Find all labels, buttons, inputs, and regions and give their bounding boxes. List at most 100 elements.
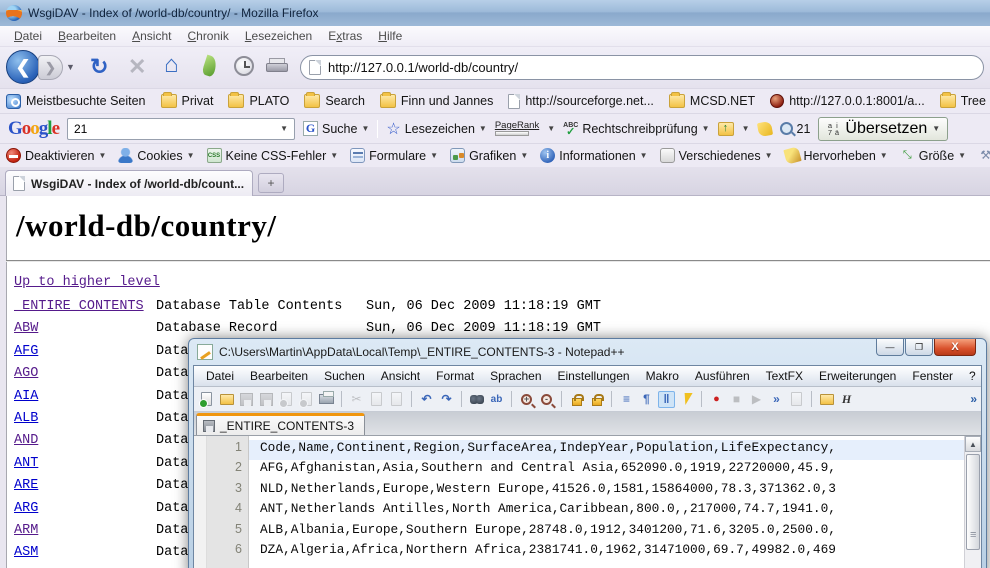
menu-item-extras[interactable]: Extras: [320, 27, 370, 45]
caret-icon[interactable]: ▼: [547, 124, 555, 133]
notepad-tab[interactable]: _ENTIRE_CONTENTS-3: [196, 413, 365, 435]
webdev-item[interactable]: Deaktivieren▼: [6, 148, 106, 163]
np-menu-item-bearbeiten[interactable]: Bearbeiten: [242, 367, 316, 385]
editor-line[interactable]: ANT,Netherlands Antilles,North America,C…: [249, 501, 981, 521]
menu-item-bearbeiten[interactable]: Bearbeiten: [50, 27, 124, 45]
np-menu-item-textfx[interactable]: TextFX: [758, 367, 811, 385]
send-to-icon[interactable]: [718, 122, 734, 136]
np-menu-item-datei[interactable]: Datei: [198, 367, 242, 385]
minimize-button[interactable]: —: [876, 339, 904, 356]
google-search-box[interactable]: ▼: [67, 118, 295, 140]
caret-icon[interactable]: ▼: [742, 124, 750, 133]
find-count[interactable]: 21: [780, 122, 811, 136]
entry-link-AND[interactable]: AND: [14, 433, 38, 448]
url-text[interactable]: http://127.0.0.1/world-db/country/: [328, 60, 518, 75]
undo-icon[interactable]: ↶: [418, 391, 435, 408]
tab-wsgidav[interactable]: WsgiDAV - Index of /world-db/count...: [5, 170, 253, 196]
function-list-icon[interactable]: [678, 391, 695, 408]
np-menu-item-ausführen[interactable]: Ausführen: [687, 367, 758, 385]
google-search-input[interactable]: [74, 122, 259, 136]
entry-link-AIA[interactable]: AIA: [14, 389, 38, 404]
history-clock-icon[interactable]: [234, 56, 254, 76]
bookmark-item[interactable]: Finn und Jannes: [380, 94, 493, 108]
entry-link-ASM[interactable]: ASM: [14, 545, 38, 560]
open-session-icon[interactable]: [818, 391, 835, 408]
scroll-up-icon[interactable]: ▲: [965, 436, 981, 452]
np-menu-item-suchen[interactable]: Suchen: [316, 367, 373, 385]
menu-item-datei[interactable]: Datei: [6, 27, 50, 45]
entry-link-_ENTIRE_CONTENTS[interactable]: _ENTIRE_CONTENTS: [14, 299, 144, 314]
indent-guide-icon[interactable]: ‖: [658, 391, 675, 408]
highlighter-icon[interactable]: [756, 120, 772, 136]
bookmark-item[interactable]: Search: [304, 94, 365, 108]
toolbar-overflow-icon[interactable]: »: [970, 392, 977, 406]
redo-icon[interactable]: ↷: [438, 391, 455, 408]
show-all-chars-icon[interactable]: ¶: [638, 391, 655, 408]
run-multi-icon[interactable]: »: [768, 391, 785, 408]
up-to-higher-level-link[interactable]: Up to higher level: [14, 275, 160, 290]
scrollbar-thumb[interactable]: [966, 454, 980, 550]
bookmark-item[interactable]: Privat: [161, 94, 214, 108]
editor-line[interactable]: ALB,Albania,Europe,Southern Europe,28748…: [249, 522, 981, 542]
history-dropdown-icon[interactable]: ▼: [66, 62, 75, 72]
print-icon[interactable]: [318, 391, 335, 408]
replace-icon[interactable]: ab: [488, 391, 505, 408]
translate-button[interactable]: ai7ä Übersetzen ▼: [818, 117, 948, 141]
np-menu-item-einstellungen[interactable]: Einstellungen: [550, 367, 638, 385]
np-menu-item-fenster[interactable]: Fenster: [904, 367, 961, 385]
restore-button[interactable]: ❐: [905, 339, 933, 356]
menu-item-chronik[interactable]: Chronik: [179, 27, 236, 45]
entry-link-ARM[interactable]: ARM: [14, 523, 38, 538]
reload-icon[interactable]: ↻: [90, 54, 108, 80]
menu-item-lesezeichen[interactable]: Lesezeichen: [237, 27, 320, 45]
webdev-item[interactable]: CSSKeine CSS-Fehler▼: [207, 148, 339, 163]
new-tab-button[interactable]: +: [258, 173, 284, 193]
webdev-item[interactable]: Cookies▼: [118, 148, 194, 163]
url-bar[interactable]: http://127.0.0.1/world-db/country/: [300, 55, 984, 80]
forward-button[interactable]: ❯: [38, 55, 63, 80]
pagerank-indicator[interactable]: PageRank: [495, 121, 539, 136]
zoom-in-icon[interactable]: +: [518, 391, 535, 408]
webdev-item[interactable]: ⚒Extras▼: [978, 148, 990, 163]
home-icon[interactable]: ⌂: [164, 52, 179, 78]
entry-link-ANT[interactable]: ANT: [14, 456, 38, 471]
entry-link-ARG[interactable]: ARG: [14, 501, 38, 516]
bookmark-item[interactable]: MCSD.NET: [669, 94, 755, 108]
entry-link-AGO[interactable]: AGO: [14, 366, 38, 381]
google-lesezeichen-button[interactable]: ☆ Lesezeichen ▼: [386, 119, 486, 139]
entry-link-ARE[interactable]: ARE: [14, 478, 38, 493]
google-suche-button[interactable]: G Suche ▼: [303, 121, 369, 136]
find-icon[interactable]: [468, 391, 485, 408]
entry-link-AFG[interactable]: AFG: [14, 344, 38, 359]
np-menu-item-help[interactable]: ?: [961, 367, 982, 385]
leaf-extension-icon[interactable]: [201, 55, 219, 78]
open-folder-icon[interactable]: [218, 391, 235, 408]
bookmark-item[interactable]: http://127.0.0.1:8001/a...: [770, 94, 925, 108]
search-dropdown-icon[interactable]: ▼: [280, 124, 288, 133]
webdev-item[interactable]: Verschiedenes▼: [660, 148, 773, 163]
menu-item-ansicht[interactable]: Ansicht: [124, 27, 179, 45]
notepad-editor[interactable]: 123456 Code,Name,Continent,Region,Surfac…: [194, 436, 981, 568]
close-button[interactable]: X: [934, 339, 976, 356]
webdev-item[interactable]: iInformationen▼: [540, 148, 647, 163]
np-menu-item-erweiterungen[interactable]: Erweiterungen: [811, 367, 904, 385]
spellcheck-button[interactable]: ABC✓ Rechtschreibprüfung ▼: [563, 122, 709, 136]
entry-link-ABW[interactable]: ABW: [14, 321, 38, 336]
new-file-icon[interactable]: [198, 391, 215, 408]
np-menu-item-format[interactable]: Format: [428, 367, 482, 385]
np-menu-item-sprachen[interactable]: Sprachen: [482, 367, 549, 385]
sync-v-icon[interactable]: [568, 391, 585, 408]
sync-h-icon[interactable]: [588, 391, 605, 408]
bookmark-item[interactable]: Tree Samples: [940, 94, 990, 108]
editor-line[interactable]: NLD,Netherlands,Europe,Western Europe,41…: [249, 481, 981, 501]
vertical-scrollbar[interactable]: ▲: [964, 436, 981, 568]
back-button[interactable]: ❮: [6, 50, 40, 84]
editor-line[interactable]: AFG,Afghanistan,Asia,Southern and Centra…: [249, 460, 981, 480]
webdev-item[interactable]: ⤡Größe▼: [900, 148, 966, 163]
html-icon[interactable]: H: [838, 391, 855, 408]
webdev-item[interactable]: Hervorheben▼: [785, 148, 888, 163]
bookmark-item[interactable]: http://sourceforge.net...: [508, 94, 654, 109]
editor-line[interactable]: DZA,Algeria,Africa,Northern Africa,23817…: [249, 542, 981, 562]
editor-line[interactable]: Code,Name,Continent,Region,SurfaceArea,I…: [249, 440, 981, 460]
word-wrap-icon[interactable]: ≡: [618, 391, 635, 408]
